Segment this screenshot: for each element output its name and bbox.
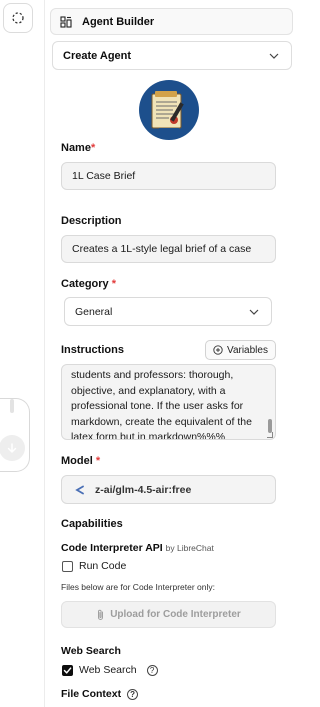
category-select-value: General [75,305,113,318]
name-input-value: 1L Case Brief [72,170,136,182]
name-required-mark: * [90,142,96,154]
plus-circle-icon [213,345,223,355]
model-select[interactable]: z-ai/glm-4.5-air:free [61,475,276,504]
upload-for-code-interpreter-button[interactable]: Upload for Code Interpreter [61,601,276,628]
description-input-value: Creates a 1L-style legal brief of a case [72,243,252,255]
web-search-option[interactable]: Web Search ? [62,664,158,676]
chevron-down-icon [269,53,279,59]
scroll-down-button[interactable] [0,435,25,461]
side-scroll-card [0,398,30,472]
side-card-handle[interactable] [10,399,14,413]
chevron-down-icon [249,309,259,315]
model-label: Model * [61,455,100,467]
web-search-checkbox[interactable] [62,664,73,676]
run-code-option[interactable]: Run Code [62,560,126,572]
model-provider-icon [75,485,84,494]
case-brief-document-image [151,91,184,132]
instructions-textarea[interactable]: students and professors: thorough, objec… [61,364,276,440]
agent-builder-header: Agent Builder [50,8,293,35]
description-input[interactable]: Creates a 1L-style legal brief of a case [61,235,276,263]
agent-select-value: Create Agent [63,49,132,62]
name-input[interactable]: 1L Case Brief [61,162,276,190]
category-select[interactable]: General [64,297,272,326]
help-icon[interactable]: ? [127,688,139,700]
run-code-label: Run Code [79,560,127,572]
model-select-value: z-ai/glm-4.5-air:free [95,483,192,496]
web-search-checkbox-label: Web Search [79,664,137,676]
description-label: Description [61,215,122,227]
agent-avatar[interactable] [139,80,199,140]
variables-button-label: Variables [227,344,268,356]
agent-builder-icon [60,15,72,28]
category-label-text: Category [61,278,109,290]
upload-button-label: Upload for Code Interpreter [110,609,241,620]
instructions-line: students and professors: thorough, [71,369,234,381]
files-note: Files below are for Code Interpreter onl… [61,582,216,592]
name-label: Name* [61,142,95,154]
instructions-label-text: Instructions [61,344,124,356]
textarea-scrollbar[interactable] [268,419,272,433]
file-context-title-text: File Context [61,688,122,700]
capabilities-label: Capabilities [61,518,123,530]
web-search-title-text: Web Search [61,645,121,657]
left-rail [0,0,45,707]
header-title: Agent Builder [82,15,155,28]
code-interpreter-by: by LibreChat [165,543,214,553]
instructions-line: objective, and explanatory, with a [71,384,226,397]
nav-toggle-button[interactable] [3,3,33,33]
file-context-title: File Context ? [61,688,139,700]
arrow-down-icon [7,443,17,453]
checkmark-icon [63,666,72,674]
category-required-mark: * [111,278,117,290]
category-label: Category * [61,278,116,290]
paperclip-icon [98,609,104,620]
code-interpreter-title-text: Code Interpreter API [61,542,163,554]
variables-button[interactable]: Variables [205,340,276,360]
description-label-text: Description [61,215,122,227]
instructions-line: markdown, create the equivalent of the [71,415,252,428]
model-required-mark: * [95,455,101,467]
instructions-line: professional tone. If the user asks for [71,400,244,412]
instructions-label: Instructions [61,344,124,356]
agent-select[interactable]: Create Agent [52,41,292,70]
web-search-title: Web Search [61,645,121,657]
capabilities-label-text: Capabilities [61,518,123,530]
instructions-line: latex form but in markdown%%% [71,431,226,440]
model-label-text: Model [61,455,93,467]
dashed-circle-icon [12,12,24,24]
name-label-text: Name [61,142,91,154]
run-code-checkbox[interactable] [62,560,73,572]
resize-handle[interactable] [267,432,273,438]
code-interpreter-title: Code Interpreter API by LibreChat [61,542,214,554]
help-icon[interactable]: ? [146,664,158,676]
